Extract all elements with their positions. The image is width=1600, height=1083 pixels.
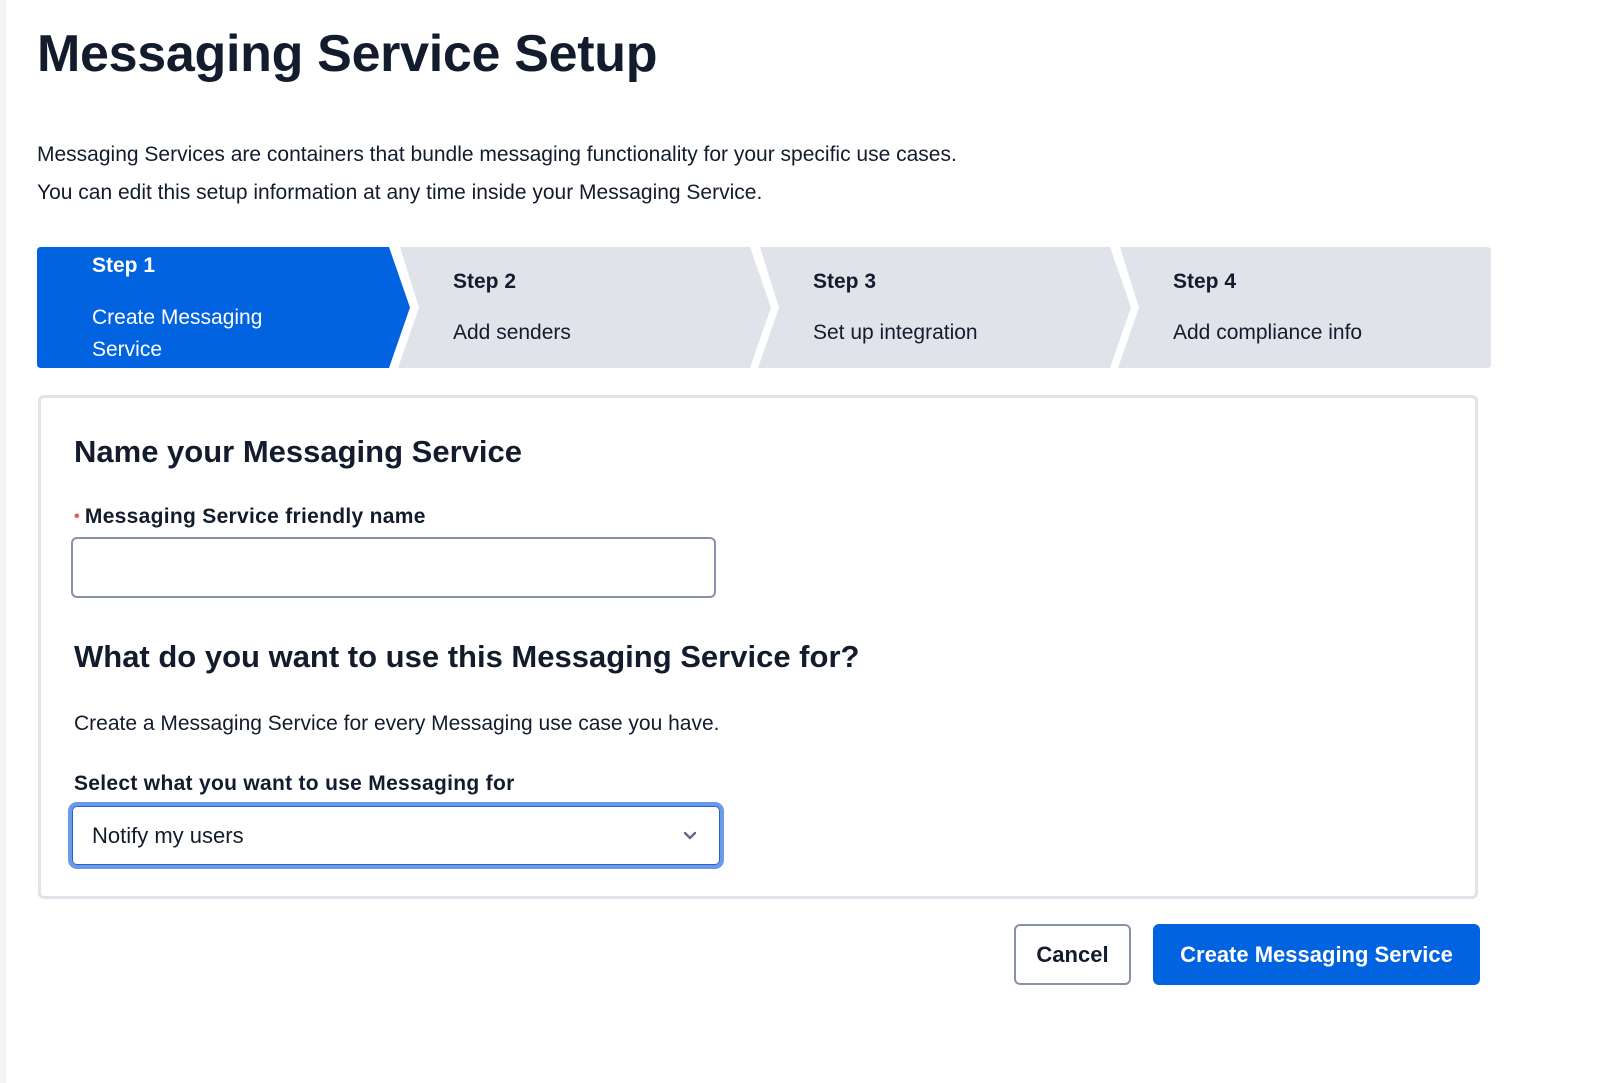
intro-line-1: Messaging Services are containers that b…: [37, 143, 957, 166]
step-4-number: Step 4: [1173, 270, 1237, 293]
page-title: Messaging Service Setup: [37, 25, 658, 83]
step-4-label: Add compliance info: [1173, 321, 1363, 344]
cancel-button[interactable]: Cancel: [1014, 924, 1131, 985]
step-1-label-line-1: Create Messaging: [92, 306, 263, 329]
step-2-text: Step 2 Add senders: [453, 267, 571, 349]
step-4-text: Step 4 Add compliance info: [1173, 267, 1362, 349]
use-select-control[interactable]: Notify my users: [72, 806, 720, 865]
intro-line-2: You can edit this setup information at a…: [37, 181, 763, 204]
friendly-name-label: • Messaging Service friendly name: [74, 505, 426, 529]
step-3-text: Step 3 Set up integration: [813, 267, 978, 349]
step-4[interactable]: Step 4 Add compliance info: [1118, 247, 1491, 368]
use-select-label: Select what you want to use Messaging fo…: [74, 772, 515, 795]
use-select-value: Notify my users: [92, 822, 244, 848]
step-1-label-line-2: Service: [92, 338, 163, 361]
step-1-text: Step 1 Create Messaging Service: [92, 251, 262, 366]
step-2[interactable]: Step 2 Add senders: [398, 247, 772, 368]
left-edge-strip: [0, 0, 6, 1083]
step-3[interactable]: Step 3 Set up integration: [758, 247, 1132, 368]
step-2-number: Step 2: [453, 270, 517, 293]
step-2-label: Add senders: [453, 321, 571, 344]
use-section-title: What do you want to use this Messaging S…: [74, 639, 860, 674]
friendly-name-input[interactable]: [71, 537, 716, 598]
step-3-label: Set up integration: [813, 321, 978, 344]
step-1-number: Step 1: [92, 254, 156, 277]
intro-text: Messaging Services are containers that b…: [37, 136, 957, 212]
setup-form-card: Name your Messaging Service • Messaging S…: [38, 395, 1478, 899]
create-messaging-service-button[interactable]: Create Messaging Service: [1153, 924, 1480, 985]
step-3-number: Step 3: [813, 270, 877, 293]
name-section-title: Name your Messaging Service: [74, 434, 522, 469]
friendly-name-label-text: Messaging Service friendly name: [84, 505, 426, 528]
step-1[interactable]: Step 1 Create Messaging Service: [37, 247, 411, 368]
chevron-down-icon: [683, 831, 697, 839]
setup-stepper: Step 1 Create Messaging Service Step 2 A…: [37, 247, 1491, 368]
use-select[interactable]: Notify my users: [68, 802, 724, 869]
use-help-text: Create a Messaging Service for every Mes…: [74, 712, 720, 735]
required-indicator: •: [74, 508, 80, 525]
